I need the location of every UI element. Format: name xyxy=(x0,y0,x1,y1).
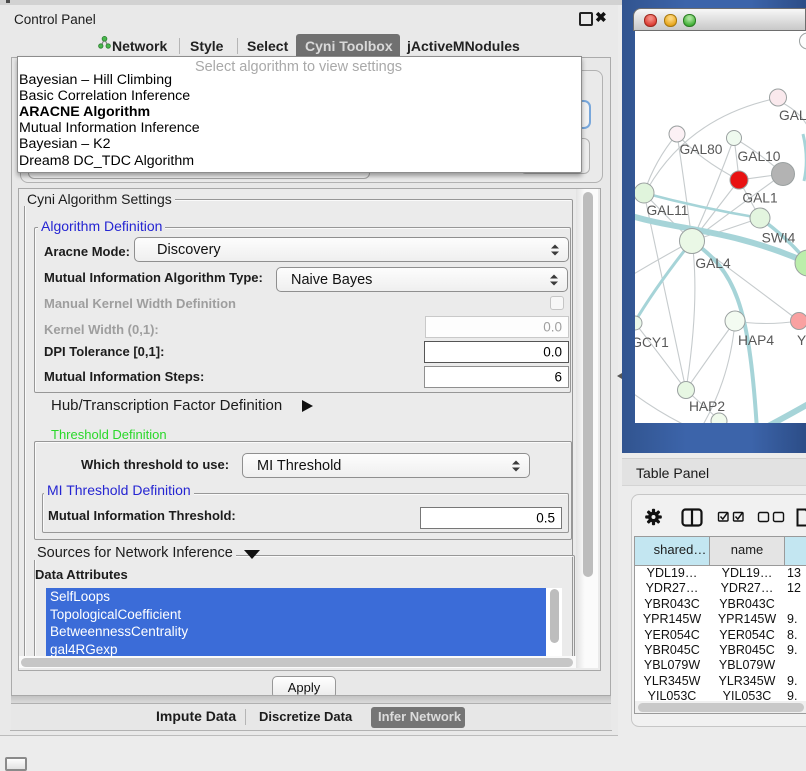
svg-text:GAL4: GAL4 xyxy=(695,256,731,271)
svg-text:GAL10: GAL10 xyxy=(738,149,781,164)
svg-text:GAL1: GAL1 xyxy=(742,191,777,206)
svg-text:GAL7: GAL7 xyxy=(779,108,806,123)
svg-text:GAL80: GAL80 xyxy=(680,142,723,157)
svg-text:YB: YB xyxy=(797,333,806,348)
svg-text:GAL11: GAL11 xyxy=(647,203,689,218)
svg-text:HAP2: HAP2 xyxy=(689,399,725,414)
svg-text:GCY1: GCY1 xyxy=(635,335,669,350)
svg-text:SWI4: SWI4 xyxy=(762,231,796,246)
svg-text:HAP4: HAP4 xyxy=(738,333,774,348)
